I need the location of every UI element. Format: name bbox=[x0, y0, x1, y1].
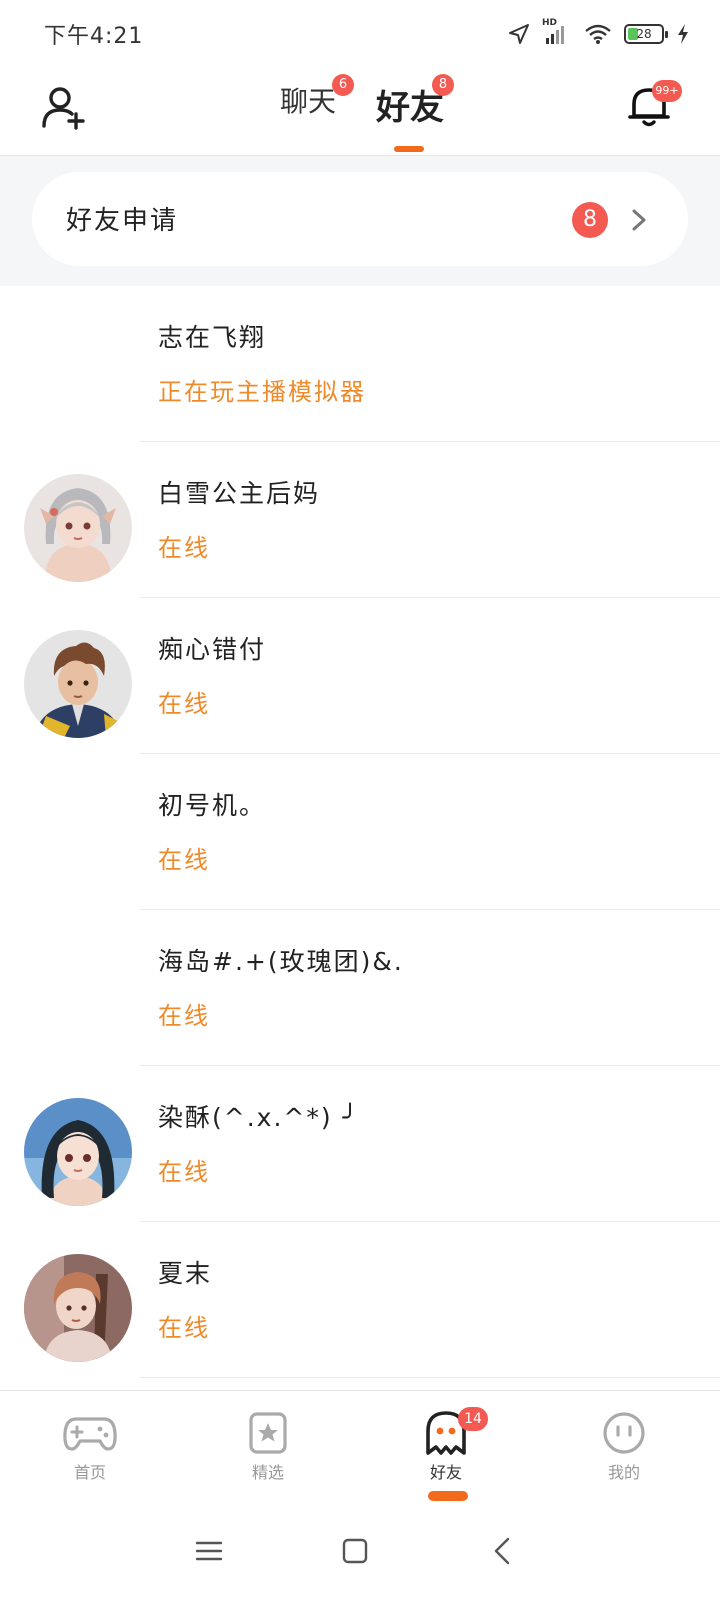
tab-chat-badge: 6 bbox=[332, 74, 354, 96]
friend-row[interactable]: 痴心错付 在线 bbox=[0, 598, 720, 754]
friend-request-count: 8 bbox=[572, 202, 608, 238]
friend-request-button[interactable]: 好友申请 8 bbox=[32, 172, 688, 266]
status-time: 下午4:21 bbox=[44, 24, 144, 49]
tab-friends-label: 好友 bbox=[376, 88, 444, 128]
friend-name: 初号机。 bbox=[158, 791, 267, 820]
friend-row[interactable]: 染酥(^.x.^*) ╯ 在线 bbox=[0, 1066, 720, 1222]
friend-status: 在线 bbox=[158, 846, 210, 874]
status-bar: 下午4:21 HD 28 bbox=[0, 0, 720, 66]
nav-home-label: 首页 bbox=[73, 1463, 106, 1482]
nav-home[interactable]: 首页 bbox=[30, 1411, 150, 1495]
star-card-icon bbox=[249, 1412, 287, 1454]
tab-chat-label: 聊天 bbox=[280, 85, 337, 118]
friend-name: 痴心错付 bbox=[158, 635, 267, 664]
friend-row[interactable]: 白雪公主后妈 在线 bbox=[0, 442, 720, 598]
friend-status: 在线 bbox=[158, 1158, 210, 1186]
chevron-right-icon bbox=[632, 209, 646, 231]
tab-friends[interactable]: 好友 8 bbox=[376, 74, 454, 129]
avatar[interactable] bbox=[24, 630, 132, 738]
friend-request-section: 好友申请 8 bbox=[0, 156, 720, 286]
friend-status: 在线 bbox=[158, 690, 210, 718]
gamepad-icon bbox=[63, 1417, 117, 1451]
friend-status: 正在玩主播模拟器 bbox=[158, 378, 366, 406]
friend-status: 在线 bbox=[158, 1002, 210, 1030]
tab-chat[interactable]: 聊天 6 bbox=[280, 74, 354, 120]
notification-badge: 99+ bbox=[652, 80, 682, 102]
friend-row[interactable]: 初号机。 在线 bbox=[0, 754, 720, 910]
avatar[interactable] bbox=[24, 1098, 132, 1206]
row-divider bbox=[140, 1377, 720, 1378]
active-tab-indicator bbox=[394, 146, 424, 152]
header: 聊天 6 好友 8 99+ bbox=[0, 66, 720, 156]
wifi-icon bbox=[585, 24, 611, 44]
friend-name: 海岛#.+(玫瑰团)&. bbox=[158, 947, 404, 976]
back-icon[interactable] bbox=[488, 1536, 518, 1566]
battery-icon: 28 bbox=[624, 24, 668, 44]
location-icon bbox=[509, 24, 529, 44]
signal-icon: HD bbox=[542, 18, 572, 46]
nav-friends[interactable]: 好友 14 bbox=[386, 1407, 506, 1501]
nav-friends-badge: 14 bbox=[458, 1407, 488, 1431]
friend-row[interactable]: 夏末 在线 bbox=[0, 1222, 720, 1378]
friend-status: 在线 bbox=[158, 1314, 210, 1342]
home-square-icon[interactable] bbox=[340, 1536, 370, 1566]
avatar[interactable] bbox=[24, 474, 132, 582]
friend-name: 夏末 bbox=[158, 1259, 213, 1288]
nav-featured-label: 精选 bbox=[251, 1463, 284, 1482]
nav-active-indicator bbox=[428, 1491, 468, 1501]
friend-status: 在线 bbox=[158, 534, 210, 562]
system-nav-bar bbox=[0, 1502, 720, 1600]
friend-name: 志在飞翔 bbox=[158, 323, 267, 352]
nav-featured[interactable]: 精选 bbox=[208, 1411, 328, 1495]
tab-friends-badge: 8 bbox=[432, 74, 454, 96]
header-tabs: 聊天 6 好友 8 bbox=[0, 66, 720, 156]
status-icons: HD 28 bbox=[508, 18, 690, 48]
bottom-nav: 首页 精选 好友 14 我的 bbox=[0, 1390, 720, 1502]
friend-name: 染酥(^.x.^*) ╯ bbox=[158, 1103, 360, 1132]
avatar[interactable] bbox=[24, 1254, 132, 1362]
friend-list: 志在飞翔 正在玩主播模拟器 白雪公主后妈 在线 痴心错付 在线 初号机。 在线 … bbox=[0, 286, 720, 1378]
battery-level: 28 bbox=[636, 27, 652, 41]
nav-friends-label: 好友 bbox=[429, 1463, 462, 1482]
friend-request-label: 好友申请 bbox=[66, 206, 179, 236]
charging-icon bbox=[678, 24, 688, 44]
friend-row[interactable]: 志在飞翔 正在玩主播模拟器 bbox=[0, 286, 720, 442]
face-icon bbox=[603, 1412, 645, 1454]
menu-icon[interactable] bbox=[194, 1536, 224, 1566]
friend-row[interactable]: 海岛#.+(玫瑰团)&. 在线 bbox=[0, 910, 720, 1066]
nav-me[interactable]: 我的 bbox=[564, 1411, 684, 1495]
nav-me-label: 我的 bbox=[607, 1463, 640, 1482]
friend-name: 白雪公主后妈 bbox=[158, 479, 321, 508]
